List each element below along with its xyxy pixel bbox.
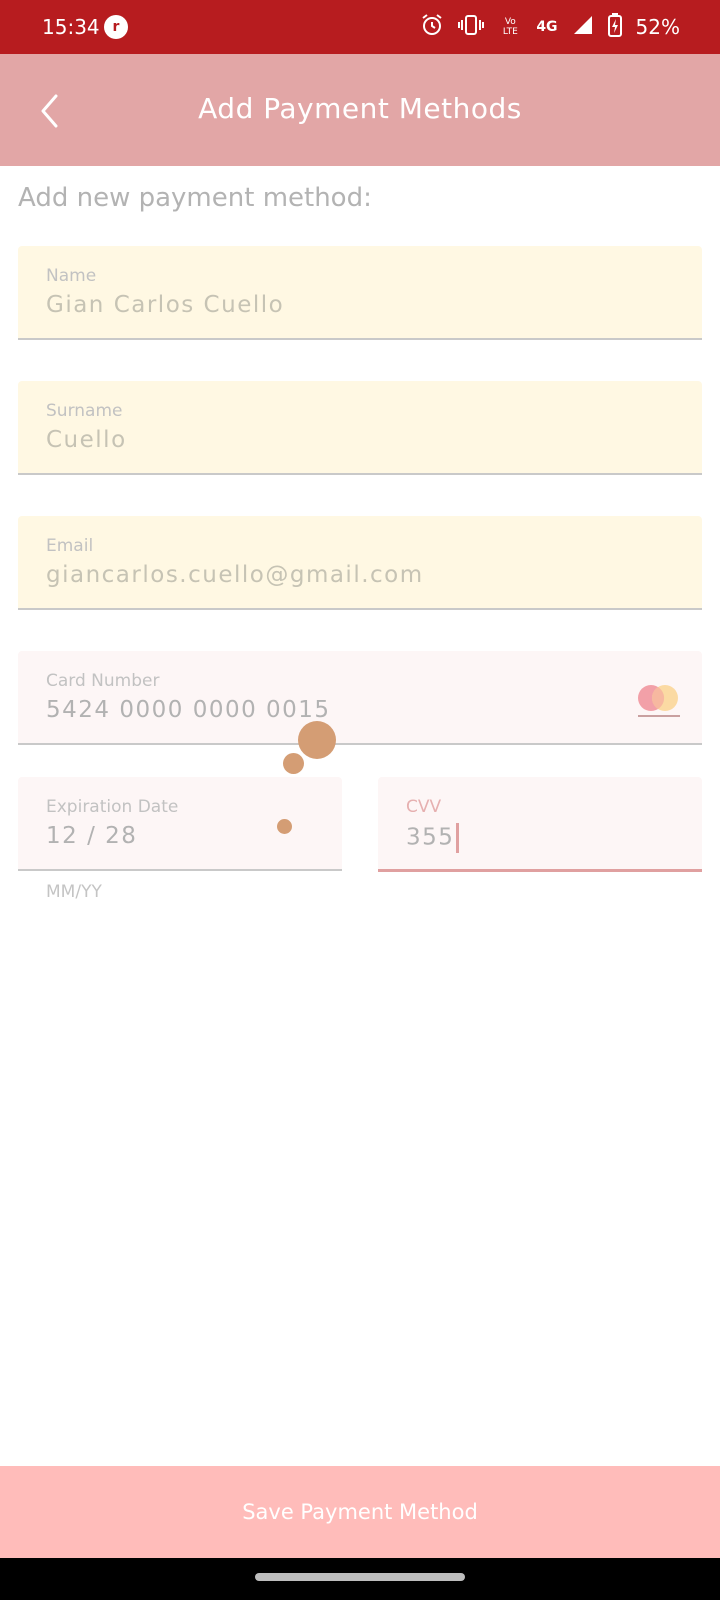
surname-field-label: Surname: [46, 401, 123, 421]
cvv-field-value-wrap: 355: [406, 823, 460, 853]
system-navigation-bar: [0, 1558, 720, 1600]
card-number-field-label: Card Number: [46, 671, 160, 691]
notification-app-icon: r: [104, 15, 128, 39]
network-type-label: 4G: [536, 19, 558, 35]
app-bar: Add Payment Methods: [0, 54, 720, 166]
mastercard-icon: [636, 683, 682, 723]
touch-indicator: [283, 753, 304, 774]
volte-icon: Vo LTE: [502, 17, 518, 37]
name-field-label: Name: [46, 266, 97, 286]
card-number-field[interactable]: Card Number 5424 0000 0000 0015: [18, 651, 702, 745]
email-field[interactable]: Email giancarlos.cuello@gmail.com: [18, 516, 702, 610]
alarm-icon: [420, 13, 444, 41]
email-field-label: Email: [46, 536, 94, 556]
expiration-date-helper: MM/YY: [46, 882, 102, 902]
touch-indicator: [277, 819, 292, 834]
vibrate-icon: [458, 14, 485, 40]
name-field[interactable]: Name Gian Carlos Cuello: [18, 246, 702, 340]
expiration-date-field-label: Expiration Date: [46, 797, 179, 817]
email-field-value: giancarlos.cuello@gmail.com: [46, 562, 424, 588]
cvv-field-label: CVV: [406, 797, 442, 817]
battery-percent: 52%: [635, 15, 680, 39]
name-field-value: Gian Carlos Cuello: [46, 292, 285, 318]
touch-indicator: [298, 721, 336, 759]
expiration-date-field[interactable]: Expiration Date 12 / 28: [18, 777, 342, 871]
battery-charging-icon: [607, 13, 622, 41]
status-bar: 15:34 r Vo LTE 4G 52%: [0, 0, 720, 54]
section-heading: Add new payment method:: [18, 183, 372, 213]
expiration-date-field-value: 12 / 28: [46, 823, 138, 849]
status-icons: Vo LTE 4G 52%: [420, 12, 680, 42]
page-title: Add Payment Methods: [198, 92, 522, 125]
save-payment-method-button[interactable]: Save Payment Method: [0, 1466, 720, 1558]
surname-field[interactable]: Surname Cuello: [18, 381, 702, 475]
cvv-field[interactable]: CVV 355: [378, 777, 702, 872]
surname-field-value: Cuello: [46, 427, 127, 453]
text-cursor: [456, 823, 460, 853]
status-time: 15:34: [42, 15, 100, 39]
home-gesture-handle[interactable]: [255, 1573, 465, 1581]
signal-icon: [572, 14, 594, 40]
card-number-field-value: 5424 0000 0000 0015: [46, 697, 331, 723]
cvv-field-value: 355: [406, 824, 455, 851]
